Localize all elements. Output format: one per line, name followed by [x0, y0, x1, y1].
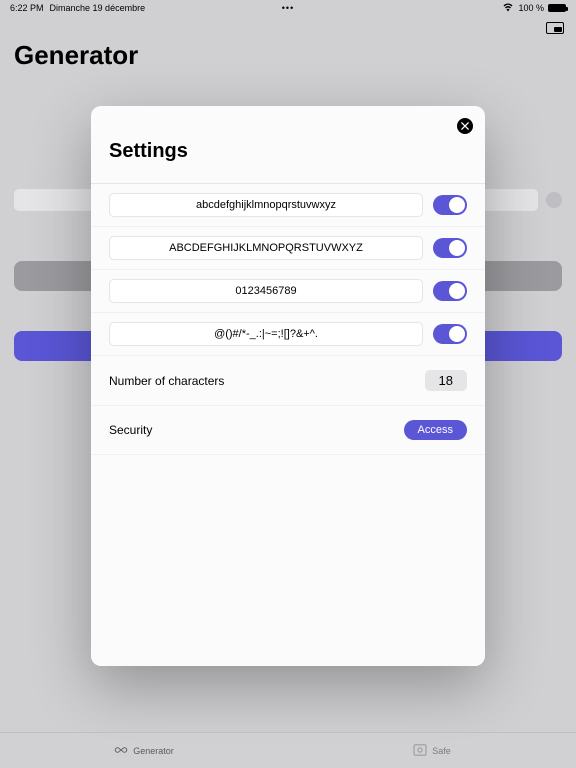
charset-lowercase[interactable]: abcdefghijklmnopqrstuvwxyz	[109, 193, 423, 217]
multitask-icon[interactable]	[546, 22, 564, 34]
settings-modal: Settings abcdefghijklmnopqrstuvwxyz ABCD…	[91, 106, 485, 666]
page-title: Generator	[0, 36, 576, 89]
close-button[interactable]	[457, 118, 473, 134]
toggle-lowercase[interactable]	[433, 195, 467, 215]
wifi-icon	[502, 2, 514, 14]
charset-digits[interactable]: 0123456789	[109, 279, 423, 303]
battery-pct: 100 %	[518, 3, 544, 13]
tab-safe-label: Safe	[432, 746, 451, 756]
safe-icon	[413, 744, 427, 758]
status-date: Dimanche 19 décembre	[50, 3, 146, 13]
charset-symbols[interactable]: @()#/*-_.:|~=;![]?&+^.	[109, 322, 423, 346]
status-right: 100 %	[502, 2, 566, 14]
charset-uppercase[interactable]: ABCDEFGHIJKLMNOPQRSTUVWXYZ	[109, 236, 423, 260]
status-left: 6:22 PM Dimanche 19 décembre	[10, 3, 145, 13]
toggle-uppercase[interactable]	[433, 238, 467, 258]
status-bar: 6:22 PM Dimanche 19 décembre ••• 100 %	[0, 0, 576, 16]
row-digits: 0123456789	[91, 270, 485, 313]
battery-icon	[548, 4, 566, 12]
tab-generator-label: Generator	[133, 746, 174, 756]
security-label: Security	[109, 423, 152, 437]
status-time: 6:22 PM	[10, 3, 44, 13]
num-chars-value[interactable]: 18	[425, 370, 467, 391]
modal-title: Settings	[91, 120, 485, 183]
infinity-icon	[114, 744, 128, 758]
row-num-chars: Number of characters 18	[91, 356, 485, 406]
row-uppercase: ABCDEFGHIJKLMNOPQRSTUVWXYZ	[91, 227, 485, 270]
row-security: Security Access	[91, 406, 485, 455]
header-bar	[0, 16, 576, 36]
row-symbols: @()#/*-_.:|~=;![]?&+^.	[91, 313, 485, 356]
toggle-symbols[interactable]	[433, 324, 467, 344]
row-lowercase: abcdefghijklmnopqrstuvwxyz	[91, 184, 485, 227]
status-center-dots: •••	[282, 3, 294, 13]
bottom-tabs: Generator Safe	[0, 732, 576, 768]
toggle-digits[interactable]	[433, 281, 467, 301]
num-chars-label: Number of characters	[109, 374, 224, 388]
close-icon	[461, 122, 469, 130]
tab-safe[interactable]: Safe	[288, 733, 576, 768]
clear-icon[interactable]	[546, 192, 562, 208]
access-button[interactable]: Access	[404, 420, 467, 440]
tab-generator[interactable]: Generator	[0, 733, 288, 768]
